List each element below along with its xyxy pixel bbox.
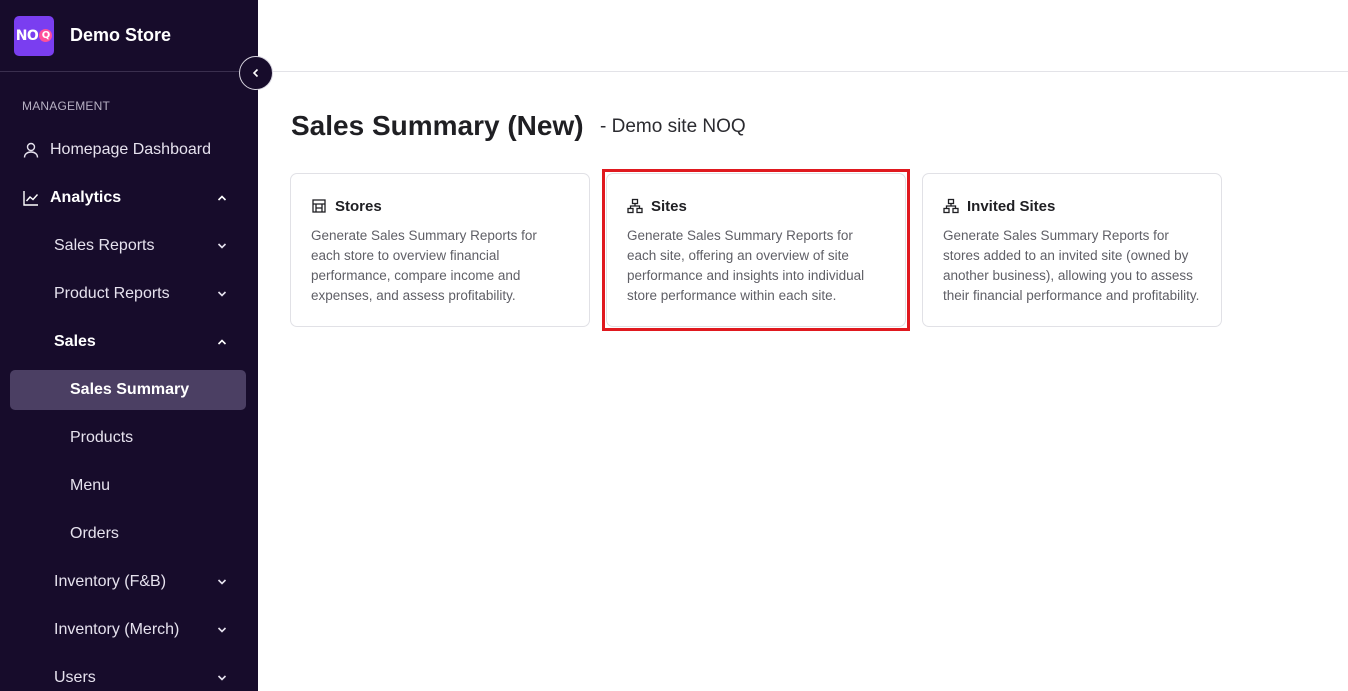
chevron-down-icon [217,579,227,585]
card-sites[interactable]: Sites Generate Sales Summary Reports for… [606,173,906,327]
sidebar-item-products[interactable]: Products [0,418,258,458]
user-icon [22,141,40,159]
chevron-down-icon [217,627,227,633]
sidebar-item-label: Product Reports [54,285,170,302]
chevron-down-icon [217,291,227,297]
sidebar-item-label: Analytics [50,189,122,206]
brand-header: NO Q Demo Store [0,0,258,72]
sidebar-item-label: Sales [54,333,96,350]
card-header: Stores [311,196,569,216]
sidebar-item-label: Inventory (F&B) [54,573,167,590]
sidebar-item-label: Users [54,669,96,686]
store-name: Demo Store [70,25,172,45]
chevron-down-icon [217,675,227,681]
sitemap-icon [627,198,643,214]
sidebar-item-sales-reports[interactable]: Sales Reports [0,226,258,266]
card-header: Sites [627,196,885,216]
card-title: Stores [335,197,382,215]
top-bar [258,0,1348,72]
card-description: Generate Sales Summary Reports for store… [943,228,1200,303]
card-stores[interactable]: Stores Generate Sales Summary Reports fo… [290,173,590,327]
section-label-management: MANAGEMENT [22,99,111,113]
sidebar-item-orders[interactable]: Orders [0,514,258,554]
sitemap-icon [943,198,959,214]
sidebar-item-label: Products [70,429,134,446]
card-description: Generate Sales Summary Reports for each … [311,228,537,303]
sidebar-item-label: Orders [70,525,119,542]
sidebar: NO Q Demo Store MANAGEMENT Homepage Dashb… [0,0,258,691]
chevron-left-icon [252,68,259,78]
sidebar-item-menu[interactable]: Menu [0,466,258,506]
sidebar-item-label: Inventory (Merch) [54,621,180,638]
sidebar-item-homepage-dashboard[interactable]: Homepage Dashboard [0,130,258,170]
sidebar-item-product-reports[interactable]: Product Reports [0,274,258,314]
chevron-down-icon [217,243,227,249]
sidebar-item-inventory-merch[interactable]: Inventory (Merch) [0,610,258,650]
card-header: Invited Sites [943,196,1201,216]
card-title: Sites [651,197,687,215]
page-subtitle: - Demo site NOQ [600,116,746,137]
sidebar-item-label: Sales Summary [70,381,190,398]
noq-logo[interactable]: NO Q [14,15,54,56]
chevron-up-icon [217,195,227,201]
chart-line-icon [22,189,40,207]
card-title: Invited Sites [967,197,1056,215]
sidebar-item-users[interactable]: Users [0,658,258,691]
logo-q: Q [39,29,53,42]
sidebar-item-label: Menu [70,477,111,494]
collapse-sidebar-button[interactable] [239,56,273,90]
sidebar-item-sales[interactable]: Sales [0,322,258,362]
sidebar-item-label: Homepage Dashboard [50,141,211,158]
store-icon [311,198,327,214]
sidebar-item-inventory-fb[interactable]: Inventory (F&B) [0,562,258,602]
card-description: Generate Sales Summary Reports for each … [627,228,865,303]
sidebar-item-label: Sales Reports [54,237,155,254]
card-invited-sites[interactable]: Invited Sites Generate Sales Summary Rep… [922,173,1222,327]
page-title: Sales Summary (New) [291,110,584,141]
sidebar-item-analytics[interactable]: Analytics [0,178,258,218]
logo-text: NO [15,27,39,44]
chevron-up-icon [217,339,227,345]
sidebar-item-sales-summary[interactable]: Sales Summary [10,370,246,410]
